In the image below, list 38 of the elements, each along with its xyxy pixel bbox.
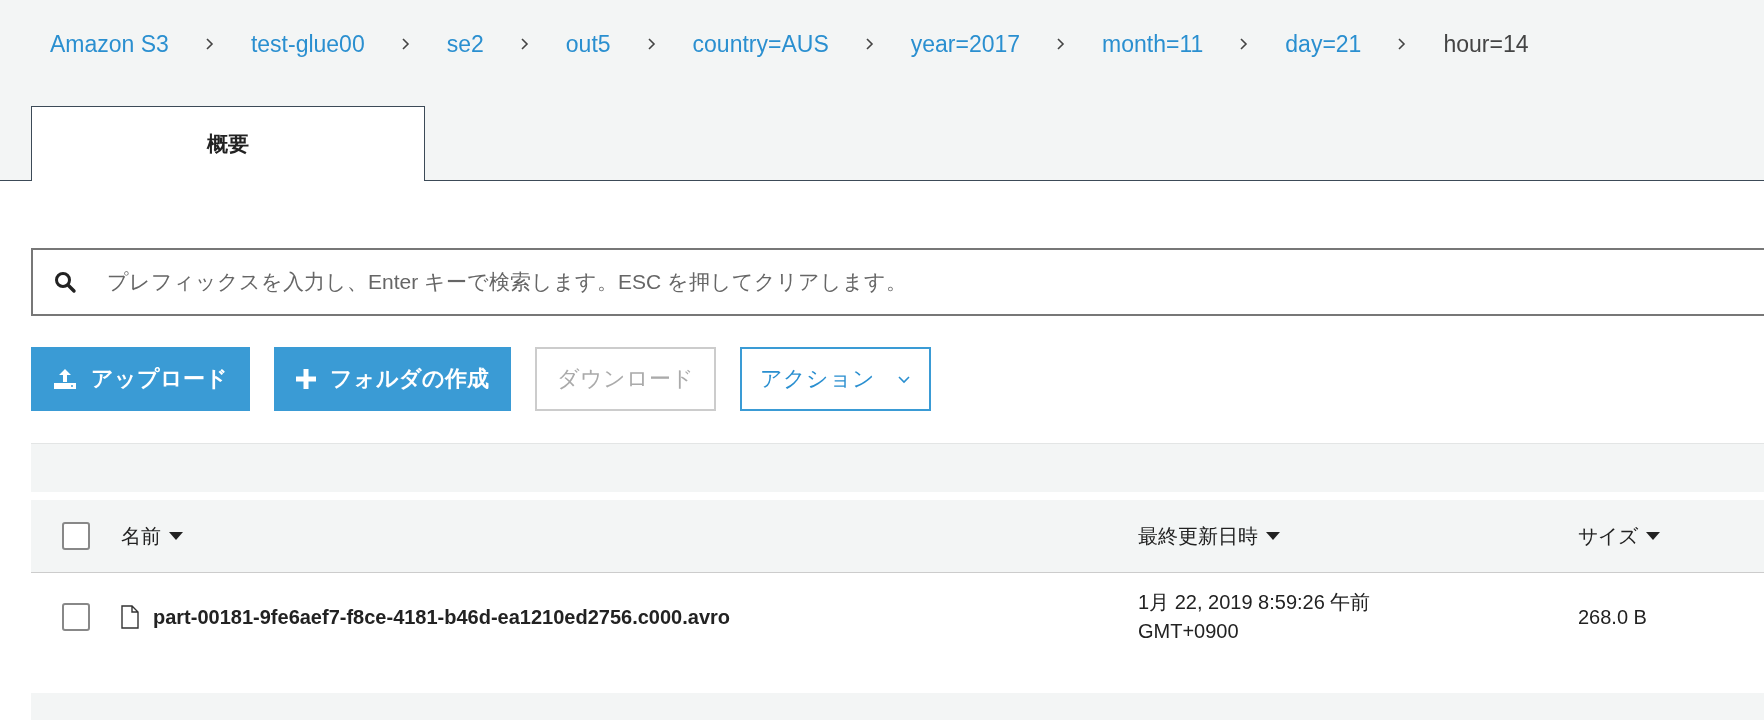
table-cell: 1月 22, 2019 8:59:26 午前 GMT+0900 xyxy=(1138,591,1371,642)
sort-caret-icon xyxy=(169,532,183,540)
chevron-right-icon xyxy=(519,37,530,51)
file-name-link[interactable]: part-00181-9fe6aef7-f8ce-4181-b46d-ea1210ed2756.c000.avro xyxy=(153,605,731,629)
chevron-right-icon xyxy=(204,37,215,51)
breadcrumb-link[interactable]: Amazon S3 xyxy=(50,30,169,58)
chevron-right-icon xyxy=(1239,37,1250,51)
file-icon xyxy=(121,605,139,629)
breadcrumb-link[interactable]: out5 xyxy=(565,30,611,58)
upload-icon xyxy=(53,368,77,390)
breadcrumb-link[interactable]: year=2017 xyxy=(910,30,1021,58)
chevron-down-icon xyxy=(897,374,911,384)
sort-caret-icon xyxy=(1266,532,1280,540)
chevron-right-icon xyxy=(864,37,875,51)
sort-caret-icon xyxy=(1646,532,1660,540)
plus-icon xyxy=(296,369,316,389)
search-icon xyxy=(53,270,77,294)
search-bar[interactable]: プレフィックスを入力し、Enter キーで検索します。ESC を押してクリアします。 xyxy=(31,248,1764,316)
toolbar-button[interactable]: アップロード xyxy=(31,347,250,411)
breadcrumb-link[interactable]: country=AUS xyxy=(692,30,829,58)
chevron-right-icon xyxy=(1056,37,1067,51)
column-header[interactable]: 名前 xyxy=(121,522,183,550)
breadcrumb-link[interactable]: test-glue00 xyxy=(250,30,365,58)
checkbox[interactable] xyxy=(62,603,90,631)
chevron-right-icon xyxy=(646,37,657,51)
tab[interactable]: 概要 xyxy=(31,106,425,181)
breadcrumb-link[interactable]: day=21 xyxy=(1285,30,1362,58)
table-cell: 268.0 B xyxy=(1578,605,1647,628)
toolbar-button[interactable]: フォルダの作成 xyxy=(274,347,511,411)
chevron-right-icon xyxy=(400,37,411,51)
breadcrumb-current: hour=14 xyxy=(1443,30,1529,58)
checkbox[interactable] xyxy=(62,522,90,550)
toolbar-button[interactable]: アクション xyxy=(740,347,931,411)
breadcrumb-link[interactable]: month=11 xyxy=(1102,30,1204,58)
column-header[interactable]: 最終更新日時 xyxy=(1138,522,1280,550)
chevron-right-icon xyxy=(1397,37,1408,51)
breadcrumb-link[interactable]: se2 xyxy=(446,30,484,58)
column-header[interactable]: サイズ xyxy=(1578,522,1660,550)
